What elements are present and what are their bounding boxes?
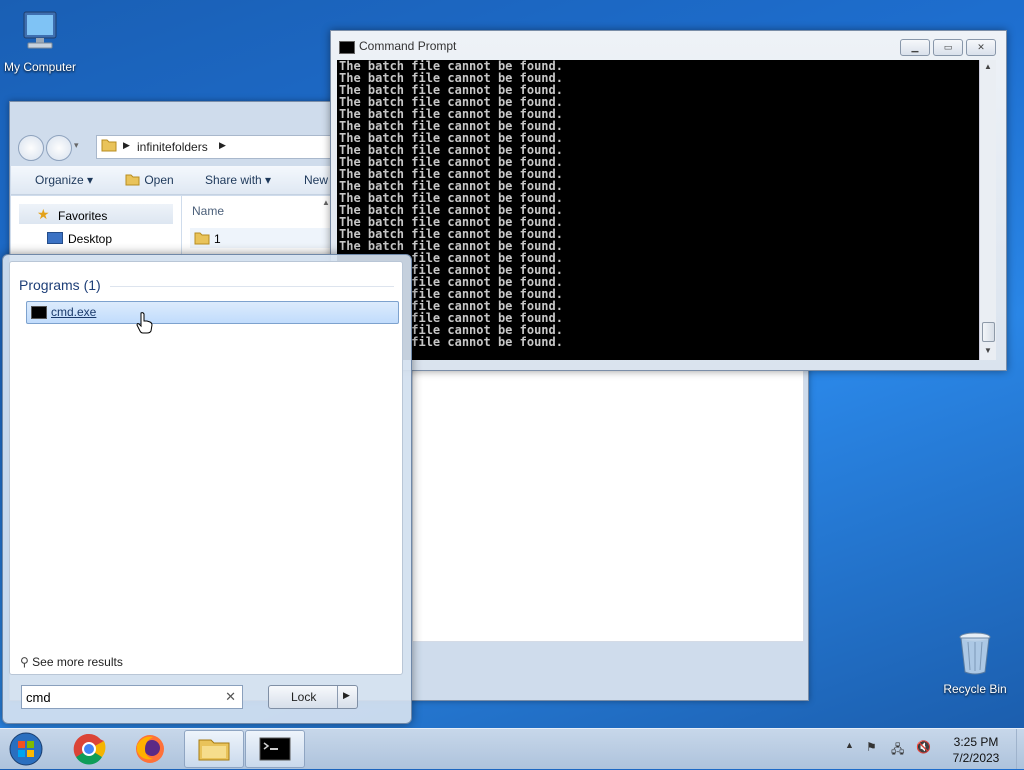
desktop-icon-recycle-bin[interactable]: Recycle Bin xyxy=(935,630,1015,696)
show-hidden-icons-arrow[interactable]: ▲ xyxy=(845,740,854,750)
section-divider xyxy=(110,286,394,287)
nav-desktop-label: Desktop xyxy=(68,232,113,246)
show-desktop-button[interactable] xyxy=(1016,729,1024,769)
desktop-icon-label: My Computer xyxy=(3,60,77,74)
firefox-icon xyxy=(136,735,164,763)
scroll-up-icon[interactable]: ▲ xyxy=(980,62,996,76)
folder-icon xyxy=(198,739,230,761)
nav-favorites[interactable]: ★ Favorites xyxy=(19,204,173,224)
recent-pages-icon[interactable]: ▾ xyxy=(74,140,79,151)
lock-button[interactable]: Lock ▶ xyxy=(268,685,358,709)
power-options-arrow-icon[interactable]: ▶ xyxy=(343,690,350,701)
address-bar[interactable]: ▶ infinitefolders ▶ xyxy=(96,135,358,159)
column-header-name[interactable]: Name xyxy=(192,204,224,218)
share-with-button[interactable]: Share with ▾ xyxy=(205,173,271,187)
magnifier-icon: ⚲ xyxy=(20,655,29,669)
open-folder-icon xyxy=(125,174,140,186)
cmd-app-icon xyxy=(339,41,355,54)
window-title: Command Prompt xyxy=(359,39,457,53)
search-input[interactable] xyxy=(26,688,216,706)
star-icon: ★ xyxy=(37,206,50,222)
console-text: The batch file cannot be found. The batc… xyxy=(339,60,563,349)
desktop-icon-my-computer[interactable]: My Computer xyxy=(0,10,80,74)
taskbar-firefox[interactable] xyxy=(121,731,179,767)
programs-heading: Programs (1) xyxy=(19,277,101,293)
system-clock[interactable]: 3:25 PM 7/2/2023 xyxy=(936,734,1016,766)
chrome-icon xyxy=(73,733,106,765)
nav-favorites-label: Favorites xyxy=(58,209,108,223)
taskbar-command-prompt[interactable] xyxy=(245,730,305,768)
navigation-pane: ★ Favorites Desktop xyxy=(11,196,181,256)
breadcrumb-item[interactable]: infinitefolders xyxy=(137,140,208,154)
breadcrumb-separator-icon: ▶ xyxy=(123,140,130,150)
forward-button[interactable] xyxy=(46,135,72,161)
desktop-folder-icon xyxy=(47,232,63,244)
taskbar: ▲ ⚑ 🖧 🔇 3:25 PM 7/2/2023 xyxy=(0,728,1024,769)
breadcrumb-chevron-icon[interactable]: ▶ xyxy=(219,140,226,151)
scroll-down-icon[interactable]: ▼ xyxy=(980,346,996,360)
search-result-cmd[interactable]: cmd.exe xyxy=(26,301,399,324)
folder-icon xyxy=(101,138,117,155)
computer-icon xyxy=(0,10,80,57)
clear-search-icon[interactable]: ✕ xyxy=(225,689,236,705)
new-folder-button[interactable]: New xyxy=(304,173,328,187)
taskbar-explorer[interactable] xyxy=(184,730,244,768)
console-output[interactable]: The batch file cannot be found. The batc… xyxy=(337,60,979,360)
file-name: 1 xyxy=(214,232,221,246)
sort-arrow-icon: ▲ xyxy=(322,198,330,207)
start-search-box[interactable]: ✕ xyxy=(21,685,243,709)
maximize-button[interactable]: ▭ xyxy=(933,39,963,56)
windows-orb-icon xyxy=(9,732,43,766)
close-button[interactable]: ✕ xyxy=(966,39,996,56)
taskbar-chrome[interactable] xyxy=(60,731,118,767)
start-button[interactable] xyxy=(6,731,48,767)
scroll-thumb[interactable] xyxy=(982,322,995,342)
file-list: Name ▲ 1 xyxy=(182,196,340,256)
file-row[interactable]: 1 xyxy=(190,228,340,248)
hand-cursor-icon xyxy=(136,312,154,337)
lock-button-divider xyxy=(337,686,338,708)
recycle-bin-icon xyxy=(935,630,1015,679)
see-more-label: See more results xyxy=(32,655,123,669)
volume-muted-icon[interactable]: 🔇 xyxy=(916,740,931,754)
lock-button-label: Lock xyxy=(291,690,317,704)
cmd-app-icon xyxy=(259,737,291,761)
start-menu: Programs (1) cmd.exe ⚲ See more results … xyxy=(2,254,412,724)
command-bar: Organize ▾ Open Share with ▾ New xyxy=(11,166,341,195)
action-center-flag-icon[interactable]: ⚑ xyxy=(866,740,877,754)
open-button[interactable]: Open xyxy=(125,173,174,187)
back-button[interactable] xyxy=(18,135,44,161)
search-results-pane: Programs (1) cmd.exe ⚲ See more results xyxy=(9,261,403,675)
network-icon[interactable]: 🖧 xyxy=(891,740,904,761)
desktop-icon-label: Recycle Bin xyxy=(943,682,1007,696)
nav-desktop[interactable]: Desktop xyxy=(19,227,173,247)
clock-date: 7/2/2023 xyxy=(952,751,1000,765)
explorer-content-area xyxy=(412,370,804,642)
see-more-results-link[interactable]: ⚲ See more results xyxy=(20,655,123,669)
address-bar-row: ▾ ▶ infinitefolders ▶ xyxy=(18,134,358,161)
folder-icon xyxy=(194,232,210,245)
organize-button[interactable]: Organize ▾ xyxy=(35,173,93,187)
minimize-button[interactable]: ▁ xyxy=(900,39,930,56)
clock-time: 3:25 PM xyxy=(953,735,999,749)
command-prompt-window[interactable]: Command Prompt ▁ ▭ ✕ The batch file cann… xyxy=(330,30,1007,371)
cmd-app-icon xyxy=(31,306,47,319)
search-result-label: cmd.exe xyxy=(51,305,97,319)
console-scrollbar[interactable]: ▲ ▼ xyxy=(979,60,996,360)
